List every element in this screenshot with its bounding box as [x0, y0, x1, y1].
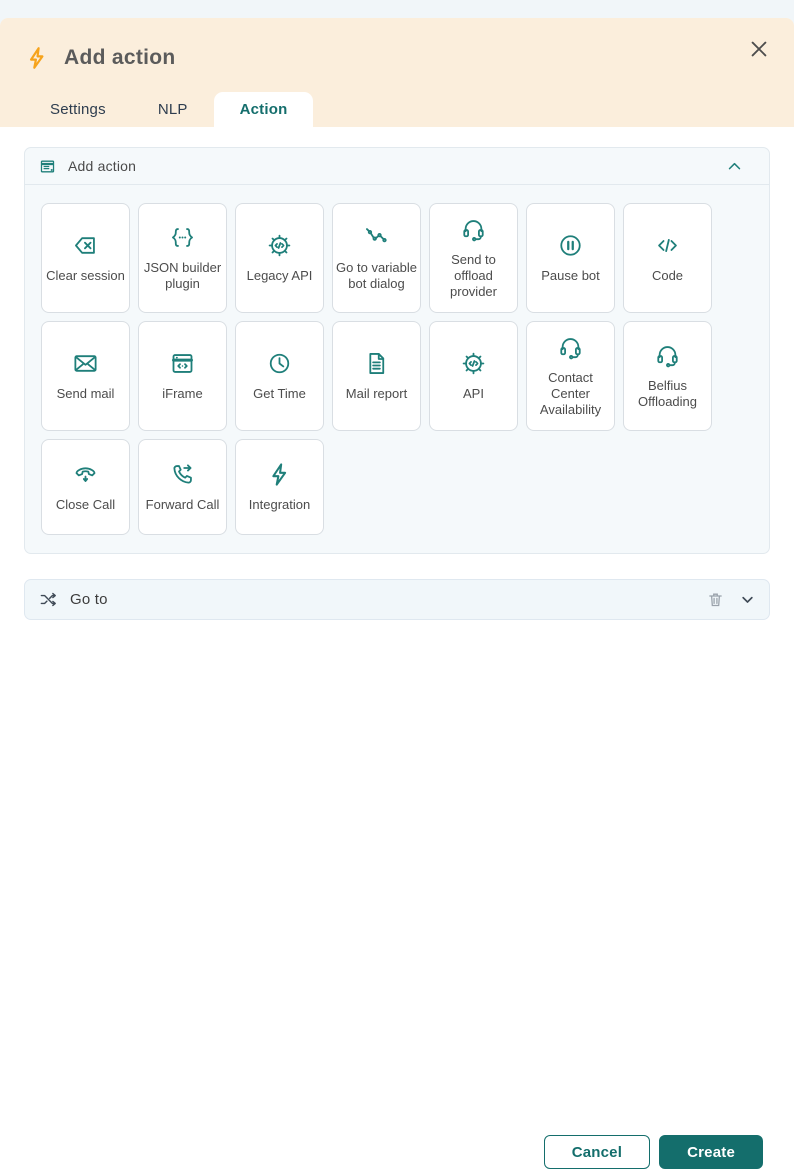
create-button[interactable]: Create [659, 1135, 763, 1169]
action-tile-label: Code [651, 268, 684, 283]
panel-header[interactable]: Add action [25, 148, 769, 185]
form-panel-icon [39, 158, 56, 175]
phone-forward-icon [169, 461, 196, 488]
action-tile-close-call[interactable]: Close Call [41, 439, 130, 535]
action-tile-go-to-variable-bot-dialog[interactable]: Go to variable bot dialog [332, 203, 421, 313]
document-icon [363, 350, 390, 377]
action-tile-api[interactable]: API [429, 321, 518, 431]
code-icon [654, 232, 681, 259]
action-tile-pause-bot[interactable]: Pause bot [526, 203, 615, 313]
action-tile-label: Belfius Offloading [637, 378, 698, 409]
action-tile-label: Pause bot [541, 268, 600, 283]
cancel-button[interactable]: Cancel [543, 1135, 651, 1169]
action-tile-label: API [463, 386, 484, 401]
headset-icon [557, 334, 584, 361]
action-tile-label: Legacy API [246, 268, 313, 283]
modal-body: Add action Clear session JSON builder plu… [0, 127, 794, 620]
action-tile-json-builder-plugin[interactable]: JSON builder plugin [138, 203, 227, 313]
goto-label: Go to [70, 591, 108, 608]
action-tile-label: JSON builder plugin [143, 260, 222, 291]
action-tile-label: Contact Center Availability [539, 370, 602, 417]
panel-title: Add action [68, 158, 137, 174]
tab-bar: Settings NLP Action [24, 92, 770, 127]
gear-code-icon [266, 232, 293, 259]
shuffle-icon [39, 590, 58, 609]
action-tile-label: Close Call [55, 497, 116, 512]
action-tile-forward-call[interactable]: Forward Call [138, 439, 227, 535]
add-action-panel: Add action Clear session JSON builder plu… [24, 147, 770, 554]
modal-footer: Cancel Create [543, 1135, 763, 1169]
modal-header: Add action Settings NLP Action [0, 18, 794, 127]
modal-title: Add action [64, 46, 176, 69]
action-grid: Clear session JSON builder plugin Legacy A… [25, 185, 769, 553]
browser-code-icon [169, 350, 196, 377]
path-nodes-icon [363, 224, 390, 251]
action-tile-code[interactable]: Code [623, 203, 712, 313]
gear-code-icon [460, 350, 487, 377]
action-tile-label: iFrame [162, 386, 203, 401]
action-tile-belfius-offloading[interactable]: Belfius Offloading [623, 321, 712, 431]
action-tile-label: Clear session [46, 268, 125, 283]
envelope-icon [72, 350, 99, 377]
tab-settings[interactable]: Settings [24, 92, 132, 127]
action-tile-label: Integration [248, 497, 311, 512]
phone-down-icon [72, 461, 99, 488]
lightning-bolt-icon [24, 45, 50, 71]
action-tile-clear-session[interactable]: Clear session [41, 203, 130, 313]
close-icon[interactable] [748, 38, 770, 60]
json-braces-icon [169, 224, 196, 251]
action-tile-label: Forward Call [145, 497, 220, 512]
chevron-up-icon[interactable] [726, 158, 743, 175]
tab-action[interactable]: Action [213, 92, 314, 127]
action-tile-contact-center-availability[interactable]: Contact Center Availability [526, 321, 615, 431]
action-tile-send-to-offload-provider[interactable]: Send to offload provider [429, 203, 518, 313]
add-action-modal: Add action Settings NLP Action Add action … [0, 18, 794, 1175]
action-tile-mail-report[interactable]: Mail report [332, 321, 421, 431]
action-tile-send-mail[interactable]: Send mail [41, 321, 130, 431]
headset-icon [654, 342, 681, 369]
trash-icon[interactable] [707, 591, 724, 608]
goto-section[interactable]: Go to [24, 579, 770, 620]
action-tile-label: Mail report [345, 386, 408, 401]
action-tile-label: Go to variable bot dialog [336, 260, 417, 291]
action-tile-iframe[interactable]: iFrame [138, 321, 227, 431]
clock-icon [266, 350, 293, 377]
action-tile-integration[interactable]: Integration [235, 439, 324, 535]
action-tile-label: Send mail [56, 386, 115, 401]
pause-circle-icon [557, 232, 584, 259]
action-tile-get-time[interactable]: Get Time [235, 321, 324, 431]
action-tile-label: Get Time [253, 386, 306, 401]
headset-icon [460, 216, 487, 243]
clear-session-icon [72, 232, 99, 259]
tab-nlp[interactable]: NLP [132, 92, 214, 127]
chevron-down-icon[interactable] [740, 592, 755, 607]
action-tile-label: Send to offload provider [450, 252, 497, 299]
action-tile-legacy-api[interactable]: Legacy API [235, 203, 324, 313]
lightning-icon [266, 461, 293, 488]
